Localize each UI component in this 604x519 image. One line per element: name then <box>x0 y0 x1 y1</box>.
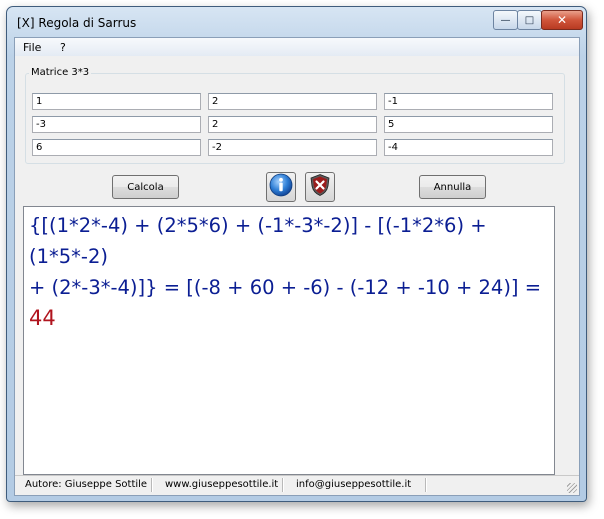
matrix-cell-2-1[interactable] <box>32 116 201 133</box>
app-window: [X] Regola di Sarrus — □ ✕ File ? Matric… <box>6 6 587 502</box>
matrix-cell-2-2[interactable] <box>208 116 377 133</box>
calcola-button[interactable]: Calcola <box>112 175 179 199</box>
window-title: [X] Regola di Sarrus <box>17 16 137 30</box>
annulla-button[interactable]: Annulla <box>419 175 486 199</box>
menu-help[interactable]: ? <box>60 41 66 54</box>
minimize-button[interactable]: — <box>493 10 518 30</box>
minimize-icon: — <box>500 14 511 26</box>
status-website: www.giuseppesottile.it <box>165 479 279 490</box>
status-separator <box>151 478 152 492</box>
menu-file[interactable]: File <box>23 41 41 54</box>
cancel-shield-button[interactable] <box>305 172 335 202</box>
status-email: info@giuseppesottile.it <box>296 479 412 490</box>
status-separator <box>282 478 283 492</box>
matrix-cell-3-2[interactable] <box>208 139 377 156</box>
result-value: 44 <box>29 306 56 330</box>
resize-grip-icon[interactable] <box>567 483 577 493</box>
client-area: File ? Matrice 3*3 Calcola <box>14 37 580 496</box>
close-button[interactable]: ✕ <box>541 10 583 30</box>
matrix-cell-2-3[interactable] <box>384 116 553 133</box>
maximize-button[interactable]: □ <box>517 10 542 30</box>
matrix-cell-1-1[interactable] <box>32 93 201 110</box>
shield-x-icon <box>308 173 332 201</box>
menu-bar: File ? <box>15 38 579 56</box>
annulla-button-label: Annulla <box>433 181 472 193</box>
matrix-cell-1-3[interactable] <box>384 93 553 110</box>
result-line-2-text: + (2*-3*-4)]} = [(-8 + 60 + -6) - (-12 +… <box>29 276 542 299</box>
result-line-1: {[(1*2*-4) + (2*5*6) + (-1*-3*-2)] - [(-… <box>29 214 487 268</box>
matrix-cell-3-3[interactable] <box>384 139 553 156</box>
status-separator <box>425 478 426 492</box>
calcola-button-label: Calcola <box>127 181 164 193</box>
status-bar: Autore: Giuseppe Sottile www.giuseppesot… <box>15 475 579 495</box>
status-author: Autore: Giuseppe Sottile <box>25 479 148 490</box>
result-area[interactable]: {[(1*2*-4) + (2*5*6) + (-1*-3*-2)] - [(-… <box>23 206 555 475</box>
matrix-cell-1-2[interactable] <box>208 93 377 110</box>
matrix-group-label: Matrice 3*3 <box>29 67 92 78</box>
maximize-icon: □ <box>524 14 535 26</box>
result-line-2: + (2*-3*-4)]} = [(-8 + 60 + -6) - (-12 +… <box>29 272 551 334</box>
info-button[interactable] <box>266 172 296 202</box>
title-bar[interactable]: [X] Regola di Sarrus — □ ✕ <box>7 7 586 37</box>
close-icon: ✕ <box>556 13 568 27</box>
matrix-cell-3-1[interactable] <box>32 139 201 156</box>
info-icon <box>269 173 293 201</box>
